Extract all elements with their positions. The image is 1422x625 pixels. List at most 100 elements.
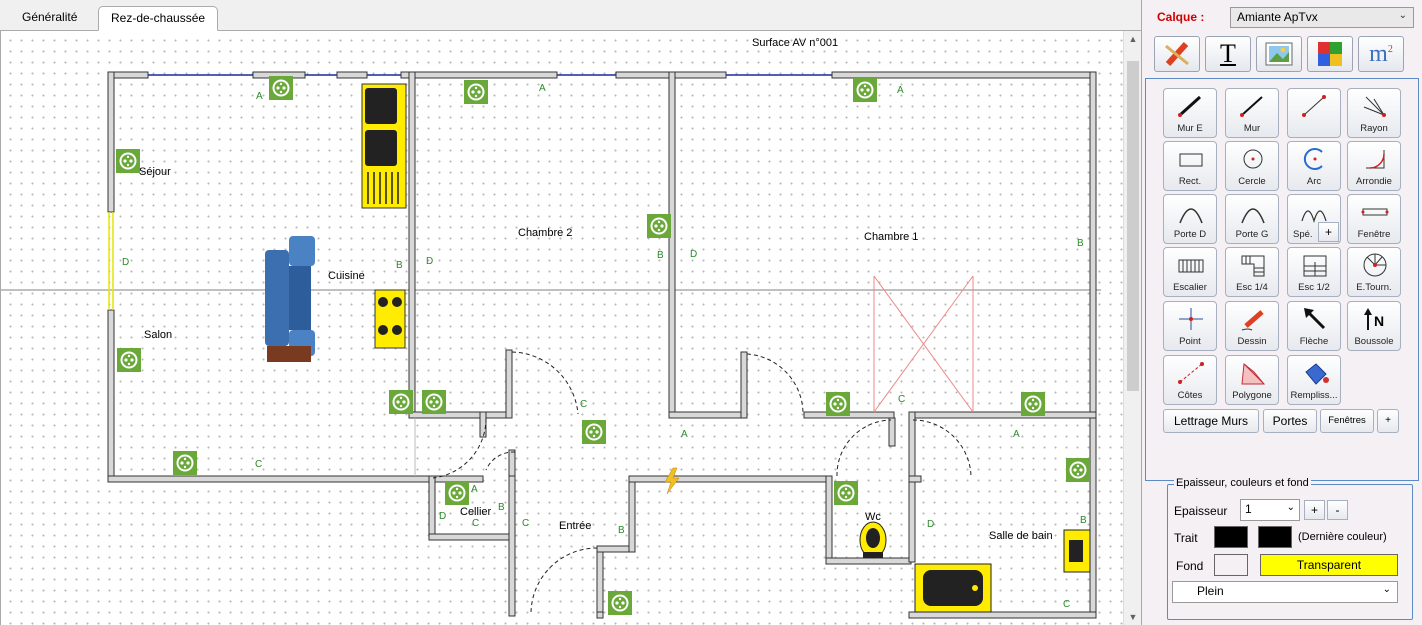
fond-label: Fond — [1176, 559, 1204, 573]
compass-icon: N — [1364, 308, 1384, 330]
tool-arrondie[interactable]: Arrondie — [1347, 141, 1401, 191]
last-color-swatch[interactable] — [1258, 526, 1292, 548]
calque-label: Calque : — [1157, 10, 1205, 24]
trait-label: Trait — [1174, 531, 1198, 545]
surface-m2-button[interactable]: m2 — [1358, 36, 1404, 72]
point-icon — [1179, 308, 1203, 330]
tool-escalier[interactable]: Escalier — [1163, 247, 1217, 297]
window-left — [108, 212, 114, 310]
puzzle-icon — [1318, 42, 1342, 66]
tool-cercle[interactable]: Cercle — [1225, 141, 1279, 191]
tool-dessin[interactable]: Dessin — [1225, 301, 1279, 351]
svg-text:C: C — [522, 518, 529, 529]
epaisseur-select[interactable]: 1 ⌄ — [1240, 499, 1300, 521]
rectangle-icon — [1179, 153, 1203, 167]
puzzle-button[interactable] — [1307, 36, 1353, 72]
room-label-entree: Entrée — [559, 520, 591, 532]
derniere-couleur-label: (Dernière couleur) — [1298, 531, 1387, 543]
room-label-wc: Wc — [865, 511, 881, 523]
svg-text:D: D — [927, 519, 934, 530]
scroll-up-icon[interactable]: ▲ — [1124, 31, 1142, 47]
portes-button[interactable]: Portes — [1263, 409, 1317, 433]
tool-esc-quart[interactable]: Esc 1/4 — [1225, 247, 1279, 297]
svg-text:D: D — [426, 256, 433, 267]
tab-generalite[interactable]: Généralité — [10, 6, 89, 31]
epaisseur-plus-button[interactable]: + — [1304, 500, 1325, 520]
tool-arc[interactable]: Arc — [1287, 141, 1341, 191]
polygon-icon — [1241, 363, 1266, 385]
arrow-icon — [1304, 308, 1326, 330]
tool-boussole[interactable]: N Boussole — [1347, 301, 1401, 351]
tool-cotes[interactable]: Côtes — [1163, 355, 1217, 405]
svg-text:N: N — [1374, 313, 1384, 329]
text-tool-button[interactable]: T — [1205, 36, 1251, 72]
pencil-icon — [1241, 310, 1264, 331]
calque-select[interactable]: Amiante ApTvx ⌄ — [1230, 7, 1414, 28]
svg-text:B: B — [618, 525, 625, 536]
stove-icon — [374, 289, 406, 349]
room-label-sejour: Séjour — [139, 166, 171, 178]
lettrage-murs-button[interactable]: Lettrage Murs — [1163, 409, 1259, 433]
floor-plan[interactable]: Surface AV n°001 Séjour Cuisine Salon Ch… — [1, 31, 1123, 625]
svg-text:D: D — [690, 249, 697, 260]
walls — [107, 71, 1097, 619]
svg-text:A: A — [256, 91, 263, 102]
image-icon — [1265, 42, 1293, 66]
tool-escalier-tournant[interactable]: E.Tourn. — [1347, 247, 1401, 297]
tab-rez-de-chaussee[interactable]: Rez-de-chaussée — [98, 6, 219, 31]
quarter-stairs-icon — [1241, 255, 1265, 277]
room-label-chambre-2: Chambre 2 — [518, 227, 572, 239]
special-plus-button[interactable]: + — [1318, 222, 1339, 242]
svg-text:C: C — [898, 394, 905, 405]
tool-esc-demi[interactable]: Esc 1/2 — [1287, 247, 1341, 297]
tool-mur-e[interactable]: Mur E — [1163, 88, 1217, 138]
image-button[interactable] — [1256, 36, 1302, 72]
tool-rect[interactable]: Rect. — [1163, 141, 1217, 191]
scroll-thumb[interactable] — [1127, 61, 1139, 391]
tool-rayon[interactable]: Rayon — [1347, 88, 1401, 138]
svg-text:C: C — [1063, 599, 1070, 610]
svg-text:A: A — [1013, 429, 1020, 440]
group-title: Epaisseur, couleurs et fond — [1174, 477, 1311, 489]
trait-color-swatch[interactable] — [1214, 526, 1248, 548]
fenetres-button[interactable]: Fenêtres — [1320, 409, 1374, 433]
tool-porte-g[interactable]: Porte G — [1225, 194, 1279, 244]
tool-fleche[interactable]: Flèche — [1287, 301, 1341, 351]
svg-text:B: B — [657, 250, 664, 261]
tool-point[interactable]: Point — [1163, 301, 1217, 351]
door-left-icon — [1241, 208, 1265, 224]
spiral-stairs-icon — [1363, 253, 1387, 277]
chevron-down-icon: ⌄ — [1382, 584, 1391, 595]
wall-letters: A A A D B D B D B C A C A C A B D C C B … — [122, 83, 1087, 610]
tool-panel: Calque : Amiante ApTvx ⌄ T m2 Mur E Mur … — [1141, 0, 1422, 625]
washbasin-icon — [1063, 529, 1091, 573]
tab-bar: Généralité Rez-de-chaussée — [0, 0, 1141, 31]
tool-remplissage[interactable]: Rempliss... — [1287, 355, 1341, 405]
pattern-select[interactable]: Plein ⌄ — [1172, 581, 1398, 603]
tool-line[interactable] — [1287, 88, 1341, 138]
floor-plan-canvas[interactable]: Surface AV n°001 Séjour Cuisine Salon Ch… — [0, 31, 1123, 625]
vertical-scrollbar[interactable]: ▲ ▼ — [1123, 31, 1141, 625]
pencil-eraser-button[interactable] — [1154, 36, 1200, 72]
svg-text:C: C — [255, 459, 262, 470]
room-label-cuisine: Cuisine — [328, 270, 365, 282]
epaisseur-group: Epaisseur, couleurs et fond Epaisseur 1 … — [1167, 477, 1413, 620]
svg-text:A: A — [539, 83, 546, 94]
tool-porte-d[interactable]: Porte D — [1163, 194, 1217, 244]
tool-mur[interactable]: Mur — [1225, 88, 1279, 138]
svg-text:C: C — [580, 399, 587, 410]
svg-text:B: B — [396, 260, 403, 271]
tool-polygone[interactable]: Polygone — [1225, 355, 1279, 405]
red-cross-zone — [873, 275, 974, 413]
scroll-down-icon[interactable]: ▼ — [1124, 609, 1142, 625]
wall-e-icon — [1178, 95, 1202, 117]
more-button[interactable]: + — [1377, 409, 1399, 433]
transparent-button[interactable]: Transparent — [1260, 554, 1398, 576]
room-label-salle-de-bain: Salle de bain — [989, 530, 1053, 542]
fond-color-swatch[interactable] — [1214, 554, 1248, 576]
lightning-icon — [664, 467, 680, 495]
tool-fenetre[interactable]: Fenêtre — [1347, 194, 1401, 244]
epaisseur-minus-button[interactable]: - — [1327, 500, 1348, 520]
wall-icon — [1240, 96, 1263, 117]
svg-text:A: A — [681, 429, 688, 440]
